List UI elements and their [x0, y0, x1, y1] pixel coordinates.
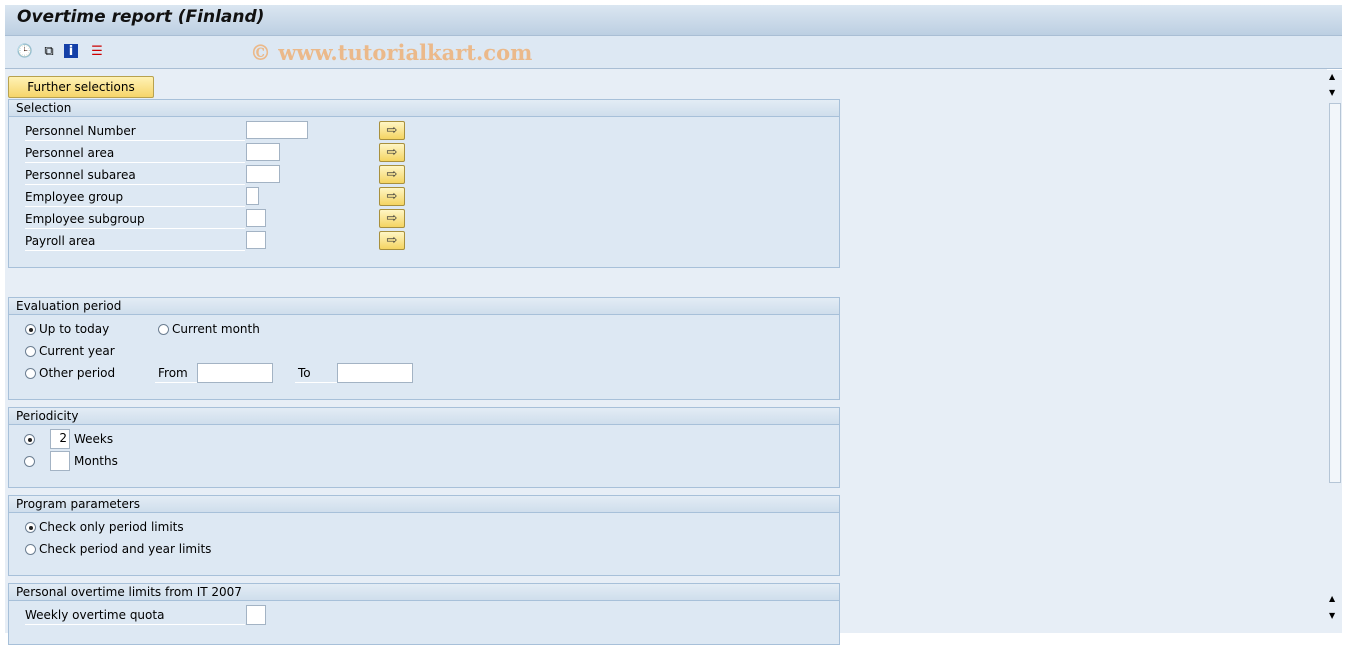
weeks-radio[interactable]: [24, 434, 35, 445]
employee-group-input[interactable]: [246, 187, 259, 205]
check-period-year-limits-label: Check period and year limits: [39, 542, 212, 556]
personnel-subarea-input[interactable]: [246, 165, 280, 183]
toolbar: 🕒 ⧉ i ☰ © www.tutorialkart.com: [5, 36, 1342, 69]
payroll-area-label: Payroll area: [25, 231, 245, 251]
months-label: Months: [74, 454, 118, 468]
multiple-selection-button[interactable]: ⇨: [379, 231, 405, 250]
from-date-input[interactable]: [197, 363, 273, 383]
group-header: Personal overtime limits from IT 2007: [9, 584, 839, 601]
employee-subgroup-label: Employee subgroup: [25, 209, 245, 229]
multiple-selection-button[interactable]: ⇨: [379, 121, 405, 140]
weeks-input[interactable]: 2: [50, 429, 70, 449]
scrollbar-thumb[interactable]: [1329, 103, 1341, 483]
personnel-area-label: Personnel area: [25, 143, 245, 163]
weeks-label: Weeks: [74, 432, 114, 446]
current-year-label: Current year: [39, 344, 115, 358]
multiple-selection-button[interactable]: ⇨: [379, 143, 405, 162]
months-radio[interactable]: [24, 456, 35, 467]
page-title: Overtime report (Finland): [17, 7, 265, 27]
employee-subgroup-input[interactable]: [246, 209, 266, 227]
scroll-page-down-icon[interactable]: ▼: [1329, 88, 1335, 97]
scroll-page-up-icon[interactable]: ▲: [1329, 594, 1335, 603]
group-header: Periodicity: [9, 408, 839, 425]
check-period-year-limits-radio[interactable]: [25, 544, 36, 555]
weekly-overtime-quota-label: Weekly overtime quota: [25, 605, 245, 625]
group-header: Selection: [9, 100, 839, 117]
info-icon[interactable]: i: [64, 44, 78, 59]
weekly-overtime-quota-input[interactable]: [246, 605, 266, 625]
scroll-down-icon[interactable]: ▼: [1329, 611, 1335, 620]
to-label: To: [295, 363, 340, 383]
personnel-area-input[interactable]: [246, 143, 280, 161]
group-header: Evaluation period: [9, 298, 839, 315]
multiple-selection-button[interactable]: ⇨: [379, 209, 405, 228]
personnel-number-label: Personnel Number: [25, 121, 245, 141]
payroll-area-input[interactable]: [246, 231, 266, 249]
other-period-radio[interactable]: [25, 368, 36, 379]
variants-icon[interactable]: ⧉: [40, 42, 58, 60]
from-label: From: [155, 363, 200, 383]
watermark: © www.tutorialkart.com: [250, 40, 533, 65]
periodicity-group: Periodicity: [8, 407, 840, 488]
personnel-number-input[interactable]: [246, 121, 308, 139]
scroll-up-icon[interactable]: ▲: [1329, 72, 1335, 81]
further-selections-button[interactable]: Further selections: [8, 76, 154, 98]
selection-options-icon[interactable]: ☰: [88, 42, 106, 60]
check-period-limits-label: Check only period limits: [39, 520, 184, 534]
program-parameters-group: Program parameters: [8, 495, 840, 576]
up-to-today-label: Up to today: [39, 322, 110, 336]
evaluation-period-group: Evaluation period: [8, 297, 840, 400]
personnel-subarea-label: Personnel subarea: [25, 165, 245, 185]
current-month-radio[interactable]: [158, 324, 169, 335]
execute-icon[interactable]: 🕒: [16, 42, 34, 60]
other-period-label: Other period: [39, 366, 116, 380]
current-year-radio[interactable]: [25, 346, 36, 357]
months-input[interactable]: [50, 451, 70, 471]
multiple-selection-button[interactable]: ⇨: [379, 165, 405, 184]
to-date-input[interactable]: [337, 363, 413, 383]
group-header: Program parameters: [9, 496, 839, 513]
multiple-selection-button[interactable]: ⇨: [379, 187, 405, 206]
current-month-label: Current month: [172, 322, 260, 336]
employee-group-label: Employee group: [25, 187, 245, 207]
check-period-limits-radio[interactable]: [25, 522, 36, 533]
up-to-today-radio[interactable]: [25, 324, 36, 335]
